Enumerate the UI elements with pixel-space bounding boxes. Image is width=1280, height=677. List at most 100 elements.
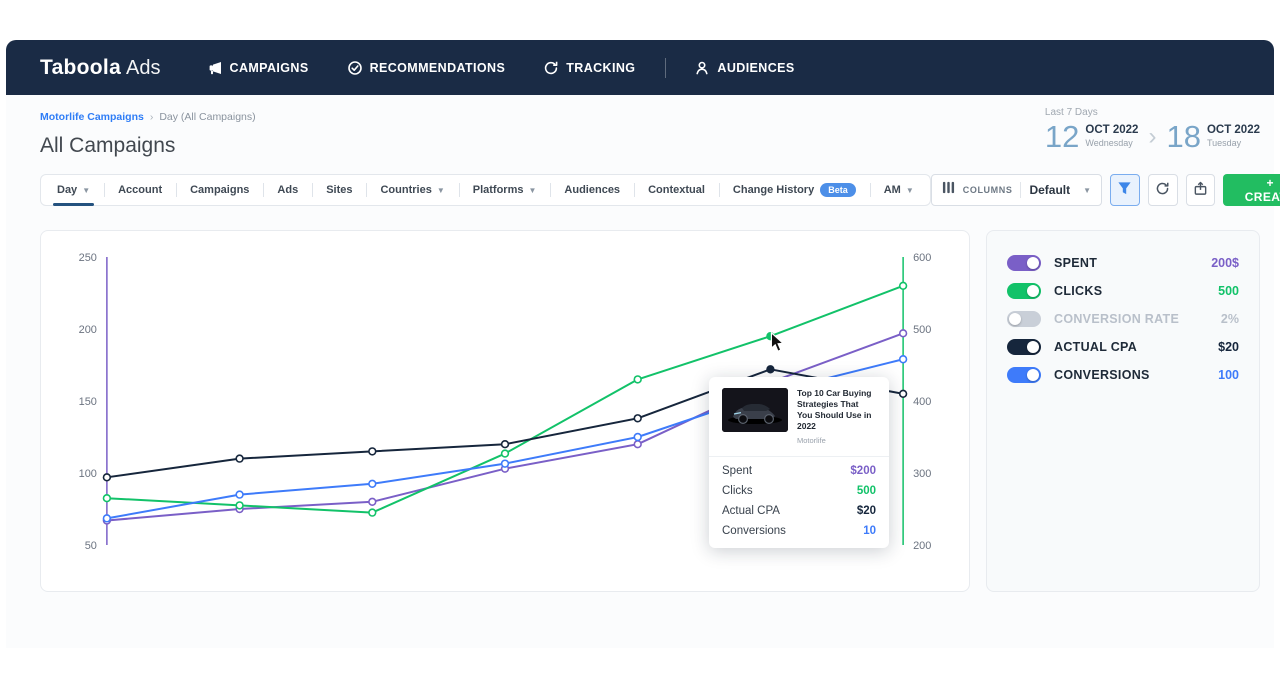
clicks-toggle[interactable] — [1007, 283, 1041, 299]
performance-chart-card: 250 200 150 100 50 600 500 400 300 200 T… — [40, 230, 970, 592]
tab-ads[interactable]: Ads — [263, 174, 312, 206]
beta-badge: Beta — [820, 183, 856, 197]
tab-sites[interactable]: Sites — [312, 174, 366, 206]
tab-account[interactable]: Account — [104, 174, 176, 206]
tooltip-row-conversions: Conversions 10 — [722, 525, 876, 537]
legend-label: SPENT — [1054, 256, 1098, 270]
nav-recommendations[interactable]: RECOMMENDATIONS — [347, 60, 506, 76]
spent-toggle[interactable] — [1007, 255, 1041, 271]
svg-text:50: 50 — [85, 540, 97, 552]
svg-text:200: 200 — [79, 324, 97, 336]
end-month: OCT 2022 — [1206, 124, 1260, 137]
legend-row: ACTUAL CPA $20 — [1007, 339, 1239, 355]
tooltip-metric-value: 500 — [856, 485, 876, 498]
metrics-legend-panel: SPENT 200$ CLICKS 500 CONVERSION RATE 2% — [986, 230, 1260, 592]
tooltip-metric-value: $200 — [850, 465, 876, 478]
legend-value: 100 — [1218, 368, 1239, 382]
legend-label: CONVERSION RATE — [1054, 312, 1180, 326]
taboola-ads-screen: Taboola Ads CAMPAIGNS RECOMMENDATIONS TR… — [0, 0, 1280, 677]
legend-value: 500 — [1218, 284, 1239, 298]
legend-value: 200$ — [1211, 256, 1239, 270]
app-shell: Taboola Ads CAMPAIGNS RECOMMENDATIONS TR… — [6, 40, 1280, 648]
caret-down-icon: ▼ — [436, 185, 445, 195]
tooltip-row-clicks: Clicks 500 — [722, 485, 876, 497]
funnel-icon — [1117, 181, 1132, 199]
svg-text:150: 150 — [79, 396, 97, 408]
nav-campaigns-label: CAMPAIGNS — [229, 60, 309, 75]
filter-button[interactable] — [1110, 174, 1140, 206]
tooltip-ad-title: Top 10 Car Buying Strategies That You Sh… — [797, 388, 872, 432]
ad-thumbnail — [722, 388, 788, 432]
divider — [1020, 182, 1022, 198]
divider — [709, 456, 889, 458]
date-range-label: Last 7 Days — [1044, 107, 1098, 118]
megaphone-icon — [207, 60, 223, 76]
start-day: 12 — [1044, 119, 1080, 154]
top-nav: Taboola Ads CAMPAIGNS RECOMMENDATIONS TR… — [6, 40, 1274, 95]
svg-text:500: 500 — [913, 324, 931, 336]
nav-audiences[interactable]: AUDIENCES — [694, 60, 794, 76]
svg-text:200: 200 — [913, 540, 931, 552]
legend-row: CONVERSION RATE 2% — [1007, 311, 1239, 327]
date-range-values: 12 OCT 2022 Wednesday › 18 OCT 2022 Tues… — [1045, 121, 1260, 152]
tooltip-metric-value: 10 — [863, 525, 876, 538]
person-icon — [694, 60, 710, 76]
legend-row: CLICKS 500 — [1007, 283, 1239, 299]
legend-row: CONVERSIONS 100 — [1007, 367, 1239, 383]
tab-campaigns[interactable]: Campaigns — [176, 174, 263, 206]
caret-down-icon: ▼ — [1083, 185, 1092, 195]
start-month: OCT 2022 — [1085, 124, 1139, 137]
legend-label: CONVERSIONS — [1054, 368, 1150, 382]
caret-down-icon: ▼ — [82, 185, 91, 195]
breadcrumb-link[interactable]: Motorlife Campaigns — [40, 111, 144, 123]
nav-tracking[interactable]: TRACKING — [543, 60, 635, 76]
tab-audiences[interactable]: Audiences — [550, 174, 634, 206]
caret-down-icon: ▼ — [528, 185, 537, 195]
conversions-toggle[interactable] — [1007, 367, 1041, 383]
columns-selector[interactable]: COLUMNS Default ▼ — [930, 174, 1103, 206]
nav-tracking-label: TRACKING — [566, 60, 636, 75]
check-circle-icon — [347, 60, 363, 76]
tab-platforms[interactable]: Platforms ▼ — [458, 174, 551, 206]
legend-label: ACTUAL CPA — [1054, 340, 1138, 354]
taboola-logo[interactable]: Taboola Ads — [40, 56, 161, 80]
main-nav: CAMPAIGNS RECOMMENDATIONS TRACKING AUDIE… — [207, 57, 833, 78]
tooltip-metric-label: Actual CPA — [722, 505, 780, 518]
sync-icon — [543, 60, 559, 76]
nav-campaigns[interactable]: CAMPAIGNS — [207, 60, 309, 76]
logo-sub-text: Ads — [126, 56, 161, 79]
columns-icon — [942, 181, 955, 199]
export-icon — [1193, 181, 1208, 199]
legend-value: 2% — [1220, 312, 1239, 326]
mouse-cursor-icon — [770, 331, 787, 357]
legend-label: CLICKS — [1054, 284, 1103, 298]
tab-am[interactable]: AM ▼ — [869, 174, 928, 206]
svg-text:400: 400 — [913, 396, 931, 408]
columns-label: COLUMNS — [962, 185, 1013, 195]
tab-contextual[interactable]: Contextual — [634, 174, 719, 206]
tooltip-metric-label: Spent — [722, 465, 753, 478]
date-range-picker[interactable]: Last 7 Days 12 OCT 2022 Wednesday › 18 O… — [1045, 107, 1260, 152]
export-button[interactable] — [1185, 174, 1216, 206]
svg-text:100: 100 — [79, 468, 97, 480]
toolbar: Day ▼ Account Campaigns Ads Sites Countri… — [40, 174, 1280, 206]
tab-change-history[interactable]: Change History Beta — [718, 174, 870, 206]
tab-countries[interactable]: Countries ▼ — [366, 174, 458, 206]
actual-cpa-toggle[interactable] — [1007, 339, 1041, 355]
conversion-rate-toggle[interactable] — [1007, 311, 1041, 327]
svg-text:300: 300 — [913, 468, 931, 480]
svg-text:600: 600 — [913, 252, 931, 264]
chart-tooltip: Top 10 Car Buying Strategies That You Sh… — [709, 377, 889, 549]
refresh-button[interactable] — [1147, 174, 1178, 206]
car-image — [722, 388, 788, 432]
content-area: Motorlife Campaigns › Day (All Campaigns… — [6, 95, 1280, 648]
nav-recommendations-label: RECOMMENDATIONS — [369, 60, 506, 75]
refresh-icon — [1155, 181, 1170, 199]
tooltip-metric-label: Conversions — [722, 525, 786, 538]
create-button[interactable]: + CREATE — [1223, 174, 1280, 206]
columns-value: Default — [1029, 183, 1071, 197]
breadcrumb-separator: › — [149, 111, 154, 123]
tooltip-row-actual-cpa: Actual CPA $20 — [722, 505, 876, 517]
tab-day[interactable]: Day ▼ — [43, 174, 104, 206]
svg-text:250: 250 — [79, 252, 97, 264]
